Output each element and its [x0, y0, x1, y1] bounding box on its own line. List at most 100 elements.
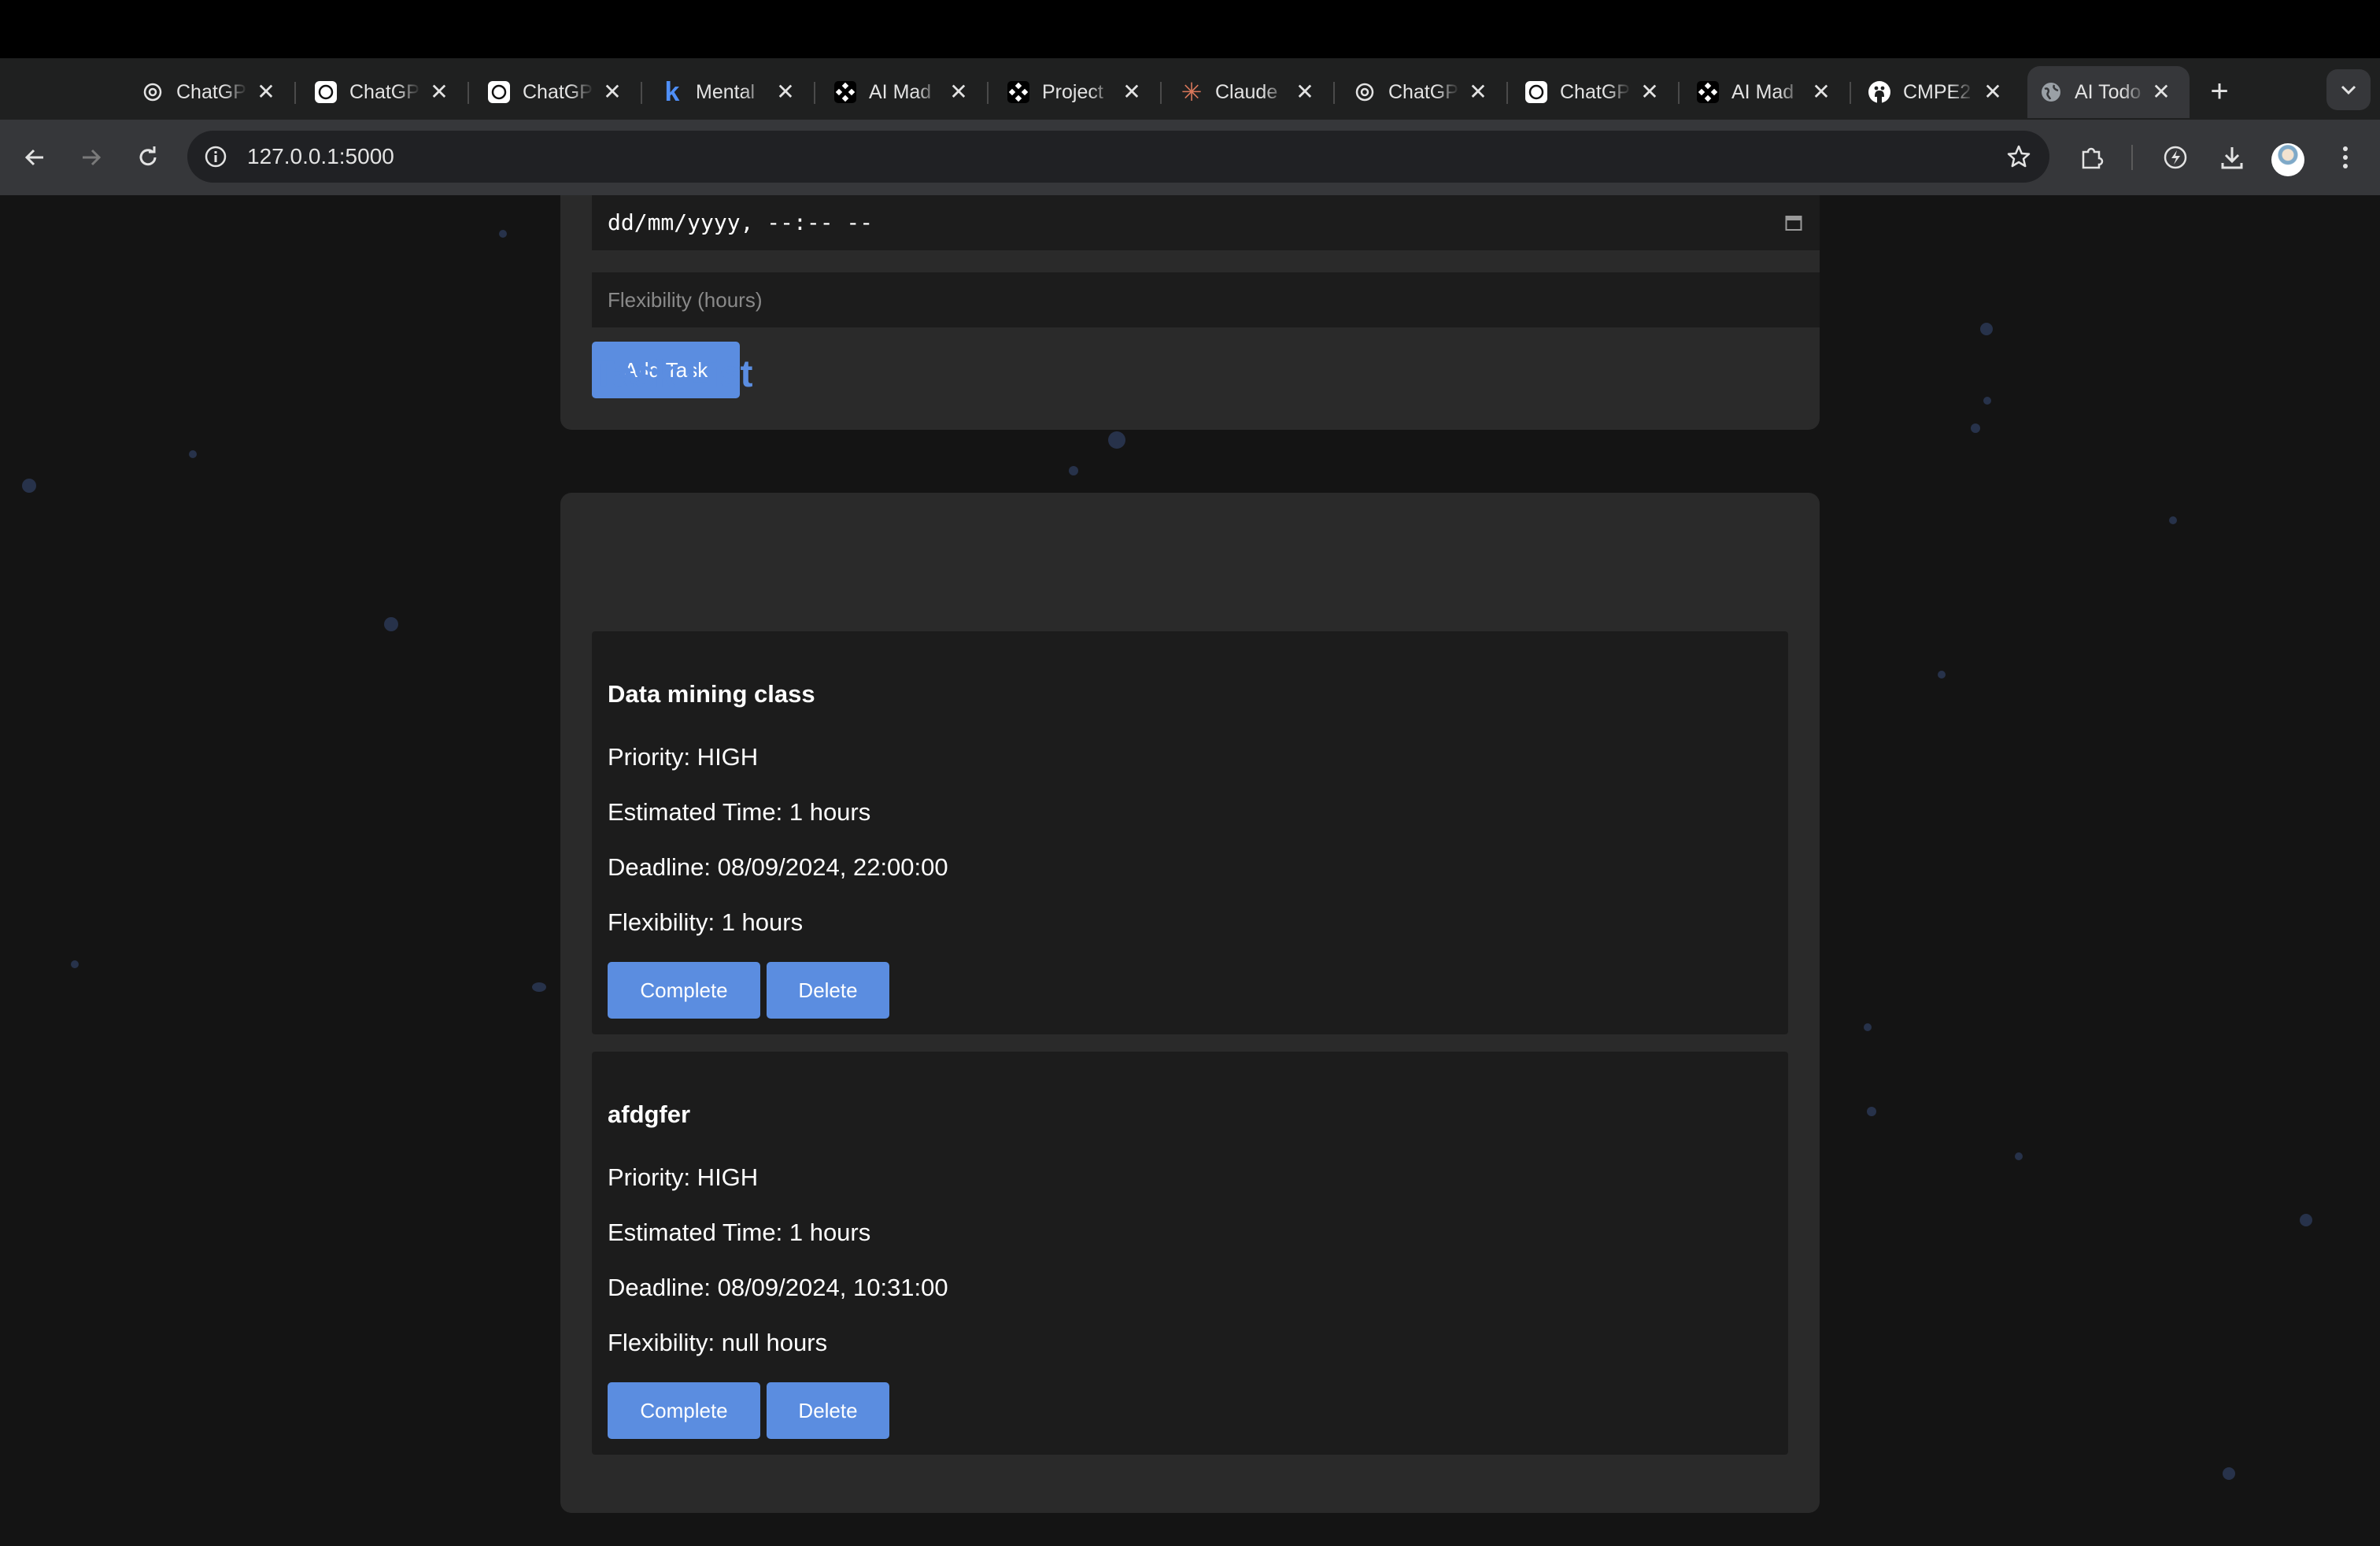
extensions-puzzle-icon[interactable]: [2073, 139, 2111, 176]
reload-icon[interactable]: [129, 139, 167, 176]
background-particle: [499, 230, 507, 238]
new-tab-plus-icon[interactable]: +: [2202, 74, 2237, 109]
tab-divider: [294, 82, 296, 104]
close-icon[interactable]: ✕: [1809, 80, 1834, 105]
background-particle: [1108, 431, 1125, 449]
browser-tab[interactable]: k Mental ✕: [660, 66, 831, 118]
address-bar[interactable]: 127.0.0.1:5000: [187, 131, 2049, 183]
more-menu-icon[interactable]: [2326, 139, 2364, 176]
openai-icon: [1524, 80, 1549, 105]
browser-tab[interactable]: ChatGPT ✕: [486, 66, 658, 118]
close-icon[interactable]: ✕: [1292, 80, 1318, 105]
close-icon[interactable]: ✕: [1980, 80, 2005, 105]
tab-label: ChatGPT: [1388, 66, 1459, 118]
tab-divider: [814, 82, 815, 104]
tab-divider: [1160, 82, 1162, 104]
close-icon[interactable]: ✕: [253, 80, 279, 105]
task-list-title: Task List: [592, 353, 753, 395]
close-icon[interactable]: ✕: [2149, 80, 2174, 105]
browser-tab[interactable]: AI Mad ✕: [833, 66, 1004, 118]
close-icon[interactable]: ✕: [946, 80, 971, 105]
task-item: Data mining class Priority: HIGH Estimat…: [592, 631, 1788, 1034]
background-particle: [1867, 1107, 1876, 1116]
delete-task-button[interactable]: Delete: [767, 1382, 889, 1439]
browser-tab[interactable]: CMPE2 ✕: [1867, 66, 2038, 118]
tab-divider: [1333, 82, 1335, 104]
complete-task-button[interactable]: Complete: [608, 962, 760, 1019]
diamond-grid-icon: [833, 80, 858, 105]
background-particle: [2169, 516, 2177, 524]
complete-task-button[interactable]: Complete: [608, 1382, 760, 1439]
close-icon[interactable]: ✕: [1465, 80, 1491, 105]
tab-strip: ChatGPT ✕ ChatGPT ✕ ChatGPT ✕ k Mental ✕…: [0, 58, 2380, 120]
background-particle: [1983, 397, 1991, 405]
download-icon[interactable]: [2213, 139, 2251, 176]
task-priority: Priority: HIGH: [608, 1163, 759, 1191]
tab-divider: [1850, 82, 1851, 104]
performance-icon[interactable]: [2156, 139, 2194, 176]
page-viewport: dd/mm/yyyy, --:-- -- Flexibility (hours)…: [0, 195, 2380, 1546]
tab-label: ChatGPT: [1560, 66, 1631, 118]
browser-tab[interactable]: ChatGPT ✕: [1524, 66, 1695, 118]
background-particle: [2300, 1214, 2312, 1226]
background-particle: [71, 960, 79, 968]
flexibility-placeholder: Flexibility (hours): [608, 288, 763, 312]
tab-divider: [468, 82, 469, 104]
background-particle: [1069, 466, 1078, 475]
tab-label: Project: [1042, 66, 1113, 118]
close-icon[interactable]: ✕: [427, 80, 452, 105]
openai-icon: [486, 80, 512, 105]
browser-tab[interactable]: ✳ Claude ✕: [1179, 66, 1351, 118]
task-priority: Priority: HIGH: [608, 743, 759, 771]
browser-tab[interactable]: ChatGPT ✕: [140, 66, 312, 118]
close-icon[interactable]: ✕: [773, 80, 798, 105]
tab-label: AI Mad: [869, 66, 940, 118]
tab-label: ChatGPT: [176, 66, 247, 118]
background-particle: [1980, 323, 1993, 335]
tab-label: CMPE2: [1903, 66, 1974, 118]
calendar-icon[interactable]: [1785, 214, 1802, 231]
back-arrow-icon[interactable]: [16, 139, 54, 176]
browser-tab[interactable]: Project ✕: [1006, 66, 1177, 118]
profile-avatar[interactable]: [2271, 143, 2304, 176]
task-flexibility: Flexibility: null hours: [608, 1329, 828, 1356]
task-estimated-time: Estimated Time: 1 hours: [608, 1219, 871, 1246]
delete-task-button[interactable]: Delete: [767, 962, 889, 1019]
tab-label: Mental: [696, 66, 767, 118]
browser-tab[interactable]: ChatGPT ✕: [1352, 66, 1524, 118]
task-title: Data mining class: [608, 680, 815, 708]
background-particle: [384, 617, 398, 631]
github-icon: [1867, 80, 1892, 105]
diamond-grid-icon: [1695, 80, 1720, 105]
url-text[interactable]: 127.0.0.1:5000: [247, 131, 394, 183]
tab-divider: [987, 82, 989, 104]
task-deadline: Deadline: 08/09/2024, 10:31:00: [608, 1274, 948, 1301]
k-icon: k: [664, 76, 680, 107]
close-icon[interactable]: ✕: [1637, 80, 1662, 105]
tab-label: AI Mad: [1731, 66, 1802, 118]
background-particle: [532, 982, 546, 992]
task-deadline: Deadline: 08/09/2024, 22:00:00: [608, 853, 948, 881]
deadline-datetime-input[interactable]: dd/mm/yyyy, --:-- --: [592, 195, 1820, 250]
browser-tab-active[interactable]: AI Todo ✕: [2027, 66, 2190, 118]
background-particle: [2223, 1467, 2235, 1480]
forward-arrow-icon[interactable]: [72, 139, 110, 176]
window-top-strip: [0, 0, 2380, 58]
browser-tab[interactable]: AI Mad ✕: [1695, 66, 1867, 118]
openai-icon: [313, 80, 338, 105]
background-particle: [189, 450, 197, 458]
browser-tab[interactable]: ChatGPT ✕: [313, 66, 485, 118]
close-icon[interactable]: ✕: [600, 80, 625, 105]
tab-label: Claude: [1215, 66, 1286, 118]
tab-divider: [1678, 82, 1680, 104]
openai-icon: [140, 80, 165, 105]
flexibility-input[interactable]: Flexibility (hours): [592, 272, 1820, 327]
tab-label: ChatGPT: [523, 66, 593, 118]
bookmark-star-icon[interactable]: [2005, 143, 2032, 170]
claude-starburst-icon: ✳: [1181, 78, 1203, 106]
site-info-icon[interactable]: [203, 144, 228, 169]
close-icon[interactable]: ✕: [1119, 80, 1144, 105]
tab-search-chevron-icon[interactable]: [2326, 69, 2371, 110]
background-particle: [2015, 1152, 2023, 1160]
task-estimated-time: Estimated Time: 1 hours: [608, 798, 871, 826]
